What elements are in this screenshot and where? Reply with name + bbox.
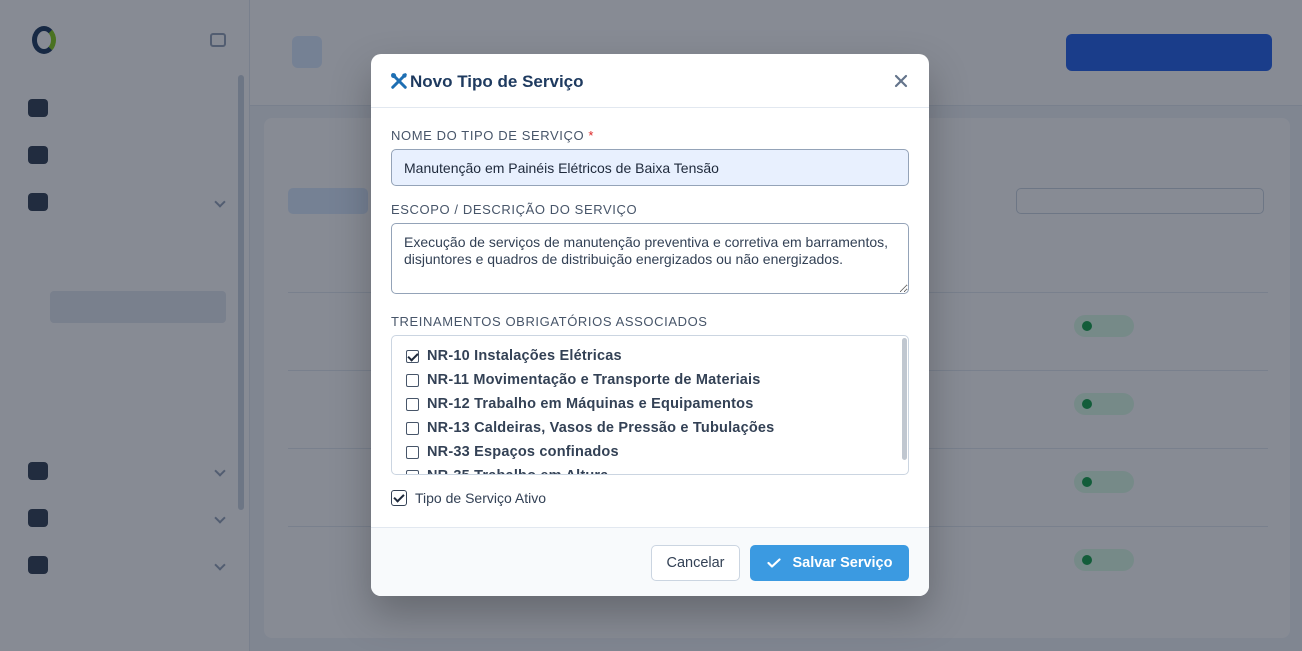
trainings-scrollbar[interactable] — [902, 338, 907, 460]
training-label: NR-10 Instalações Elétricas — [427, 348, 622, 364]
training-option[interactable]: NR-12 Trabalho em Máquinas e Equipamento… — [406, 392, 774, 416]
modal-footer: Cancelar Salvar Serviço — [371, 527, 929, 596]
training-checkbox[interactable] — [406, 445, 419, 459]
new-service-type-modal: Novo Tipo de Serviço NOME DO TIPO DE SER… — [371, 54, 929, 596]
name-label-text: NOME DO TIPO DE SERVIÇO — [391, 128, 585, 143]
modal-header: Novo Tipo de Serviço — [371, 54, 929, 108]
trainings-field-label: TREINAMENTOS OBRIGATÓRIOS ASSOCIADOS — [391, 314, 708, 329]
description-field-label: ESCOPO / DESCRIÇÃO DO SERVIÇO — [391, 202, 638, 217]
modal-title: Novo Tipo de Serviço — [410, 72, 584, 91]
save-button-label: Salvar Serviço — [792, 555, 893, 571]
training-option[interactable]: NR-11 Movimentação e Transporte de Mater… — [406, 368, 774, 392]
training-checkbox[interactable] — [406, 397, 419, 411]
tools-icon — [391, 73, 407, 89]
active-checkbox[interactable] — [391, 490, 407, 506]
trainings-list[interactable]: NR-10 Instalações Elétricas NR-11 Movimen… — [391, 335, 909, 475]
required-mark: * — [588, 128, 595, 143]
active-toggle-row[interactable]: Tipo de Serviço Ativo — [391, 490, 546, 506]
cancel-button[interactable]: Cancelar — [651, 545, 740, 581]
trainings-options: NR-10 Instalações Elétricas NR-11 Movimen… — [406, 344, 774, 474]
training-label: NR-12 Trabalho em Máquinas e Equipamento… — [427, 396, 754, 412]
close-icon[interactable] — [891, 71, 911, 91]
training-option[interactable]: NR-33 Espaços confinados — [406, 440, 774, 464]
active-checkbox-label: Tipo de Serviço Ativo — [415, 490, 546, 506]
training-option[interactable]: NR-13 Caldeiras, Vasos de Pressão e Tubu… — [406, 416, 774, 440]
training-checkbox[interactable] — [406, 421, 419, 435]
check-icon — [766, 558, 781, 568]
training-label: NR-35 Trabalho em Altura — [427, 468, 609, 474]
service-name-input[interactable] — [391, 149, 909, 186]
training-label: NR-11 Movimentação e Transporte de Mater… — [427, 372, 761, 388]
training-label: NR-33 Espaços confinados — [427, 444, 619, 460]
training-checkbox[interactable] — [406, 469, 419, 474]
training-option[interactable]: NR-10 Instalações Elétricas — [406, 344, 774, 368]
training-option[interactable]: NR-35 Trabalho em Altura — [406, 464, 774, 474]
training-checkbox[interactable] — [406, 349, 419, 363]
service-description-textarea[interactable]: Execução de serviços de manutenção preve… — [391, 223, 909, 294]
save-service-button[interactable]: Salvar Serviço — [750, 545, 909, 581]
name-field-label: NOME DO TIPO DE SERVIÇO * — [391, 128, 594, 143]
training-checkbox[interactable] — [406, 373, 419, 387]
training-label: NR-13 Caldeiras, Vasos de Pressão e Tubu… — [427, 420, 775, 436]
